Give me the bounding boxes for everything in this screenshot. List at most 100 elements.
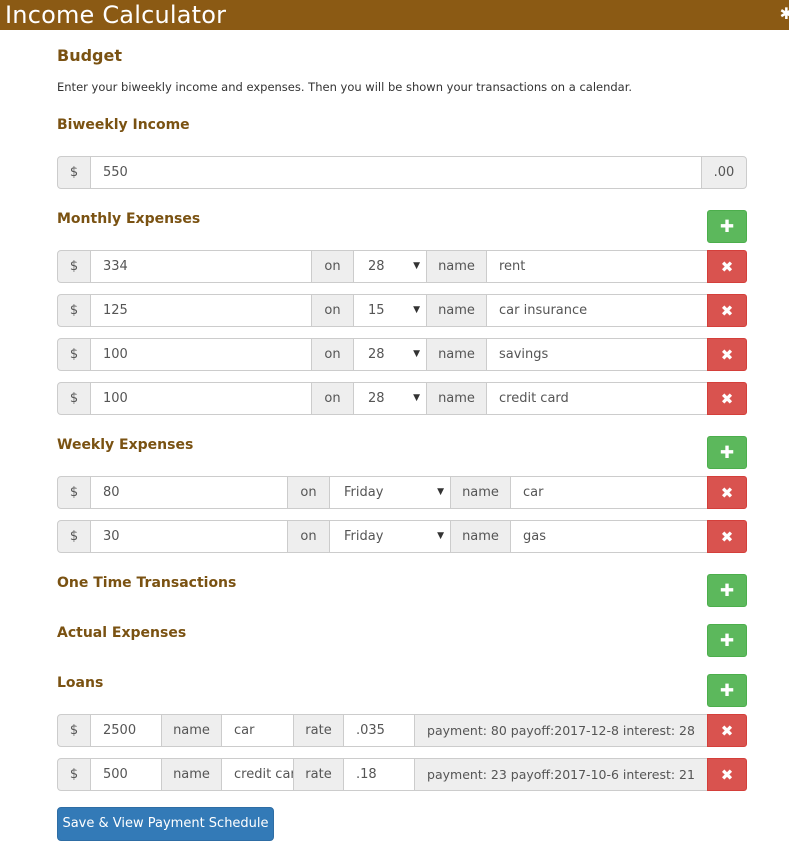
- income-amount-input[interactable]: 550: [90, 156, 702, 189]
- times-icon: ✖: [720, 302, 734, 320]
- day-of-month-select[interactable]: 28 ▼: [353, 382, 427, 415]
- weekly-expense-row: $80 on Friday ▼ name car ✖: [57, 476, 747, 509]
- currency-addon: $: [57, 156, 91, 189]
- name-addon: name: [161, 758, 222, 791]
- on-addon: on: [311, 250, 354, 283]
- currency-addon: $: [57, 338, 91, 371]
- times-icon: ✖: [720, 766, 734, 784]
- monthly-expense-row: $334 on 28 ▼ name rent ✖: [57, 250, 747, 283]
- day-of-month-select[interactable]: 28 ▼: [353, 338, 427, 371]
- add-actual-expense-button[interactable]: ✚: [707, 624, 747, 657]
- remove-row-button[interactable]: ✖: [707, 382, 747, 415]
- currency-addon: $: [57, 294, 91, 327]
- budget-description: Enter your biweekly income and expenses.…: [57, 80, 633, 94]
- remove-row-button[interactable]: ✖: [707, 758, 747, 791]
- loan-row: $2500 name car rate .035 payment: 80 payoff:2…: [57, 714, 747, 747]
- expense-amount-input[interactable]: 80: [90, 476, 288, 509]
- budget-heading: Budget: [57, 46, 122, 65]
- add-monthly-expense-button[interactable]: ✚: [707, 210, 747, 243]
- day-of-month-select[interactable]: 28 ▼: [353, 250, 427, 283]
- plus-icon: ✚: [719, 581, 735, 601]
- selected-weekday: Friday: [344, 529, 384, 544]
- loan-summary: payment: 80 payoff:2017-12-8 interest: 2…: [414, 714, 708, 747]
- remove-row-button[interactable]: ✖: [707, 250, 747, 283]
- currency-addon: $: [57, 476, 91, 509]
- remove-row-button[interactable]: ✖: [707, 294, 747, 327]
- remove-row-button[interactable]: ✖: [707, 520, 747, 553]
- one-time-heading: One Time Transactions: [57, 575, 237, 591]
- day-of-week-select[interactable]: Friday ▼: [329, 520, 451, 553]
- loan-rate-input[interactable]: .035: [343, 714, 415, 747]
- times-icon: ✖: [720, 258, 734, 276]
- weekly-expenses-heading: Weekly Expenses: [57, 437, 194, 453]
- name-addon: name: [426, 250, 487, 283]
- weekly-expense-row: $30 on Friday ▼ name gas ✖: [57, 520, 747, 553]
- plus-icon: ✚: [719, 681, 735, 701]
- currency-addon: $: [57, 758, 91, 791]
- actual-expenses-heading: Actual Expenses: [57, 625, 187, 641]
- chevron-down-icon: ▼: [437, 487, 444, 497]
- remove-row-button[interactable]: ✖: [707, 714, 747, 747]
- expense-name-input[interactable]: rent: [486, 250, 708, 283]
- expense-name-input[interactable]: credit card: [486, 382, 708, 415]
- add-weekly-expense-button[interactable]: ✚: [707, 436, 747, 469]
- add-one-time-button[interactable]: ✚: [707, 574, 747, 607]
- loan-rate-input[interactable]: .18: [343, 758, 415, 791]
- currency-addon: $: [57, 520, 91, 553]
- selected-day: 28: [368, 391, 385, 406]
- app-header: Income Calculator ✱: [0, 0, 789, 30]
- selected-day: 28: [368, 259, 385, 274]
- expense-name-input[interactable]: savings: [486, 338, 708, 371]
- currency-addon: $: [57, 250, 91, 283]
- expense-name-input[interactable]: car: [510, 476, 708, 509]
- monthly-expense-row: $100 on 28 ▼ name credit card ✖: [57, 382, 747, 415]
- name-addon: name: [426, 294, 487, 327]
- selected-weekday: Friday: [344, 485, 384, 500]
- name-addon: name: [450, 476, 511, 509]
- monthly-expenses-heading: Monthly Expenses: [57, 211, 201, 227]
- plus-icon: ✚: [719, 631, 735, 651]
- currency-addon: $: [57, 714, 91, 747]
- expense-amount-input[interactable]: 334: [90, 250, 312, 283]
- loan-name-input[interactable]: credit card: [221, 758, 294, 791]
- on-addon: on: [311, 382, 354, 415]
- expense-amount-input[interactable]: 125: [90, 294, 312, 327]
- monthly-expense-row: $100 on 28 ▼ name savings ✖: [57, 338, 747, 371]
- loan-row: $500namecredit cardrate.18payment: 23 pa…: [57, 758, 747, 791]
- remove-row-button[interactable]: ✖: [707, 338, 747, 371]
- add-loan-button[interactable]: ✚: [707, 674, 747, 707]
- expense-amount-input[interactable]: 30: [90, 520, 288, 553]
- name-addon: name: [426, 338, 487, 371]
- on-addon: on: [287, 520, 330, 553]
- times-icon: ✖: [720, 722, 734, 740]
- times-icon: ✖: [720, 484, 734, 502]
- loan-amount-input[interactable]: 2500: [90, 714, 162, 747]
- expense-name-input[interactable]: gas: [510, 520, 708, 553]
- selected-day: 28: [368, 347, 385, 362]
- gear-icon[interactable]: ✱: [780, 4, 789, 23]
- chevron-down-icon: ▼: [413, 349, 420, 359]
- save-view-schedule-button[interactable]: Save & View Payment Schedule: [57, 807, 274, 841]
- rate-addon: rate: [293, 758, 344, 791]
- cents-addon: .00: [701, 156, 747, 189]
- expense-amount-input[interactable]: 100: [90, 382, 312, 415]
- times-icon: ✖: [720, 346, 734, 364]
- expense-amount-input[interactable]: 100: [90, 338, 312, 371]
- expense-name-input[interactable]: car insurance: [486, 294, 708, 327]
- chevron-down-icon: ▼: [413, 393, 420, 403]
- remove-row-button[interactable]: ✖: [707, 476, 747, 509]
- plus-icon: ✚: [719, 443, 735, 463]
- rate-addon: rate: [293, 714, 344, 747]
- loan-amount-input[interactable]: 500: [90, 758, 162, 791]
- on-addon: on: [311, 294, 354, 327]
- name-addon: name: [450, 520, 511, 553]
- monthly-expense-row: $125 on 15 ▼ name car insurance ✖: [57, 294, 747, 327]
- on-addon: on: [287, 476, 330, 509]
- name-addon: name: [161, 714, 222, 747]
- day-of-week-select[interactable]: Friday ▼: [329, 476, 451, 509]
- plus-icon: ✚: [719, 217, 735, 237]
- on-addon: on: [311, 338, 354, 371]
- day-of-month-select[interactable]: 15 ▼: [353, 294, 427, 327]
- loan-summary: payment: 23 payoff:2017-10-6 interest: 2…: [414, 758, 708, 791]
- loan-name-input[interactable]: car: [221, 714, 294, 747]
